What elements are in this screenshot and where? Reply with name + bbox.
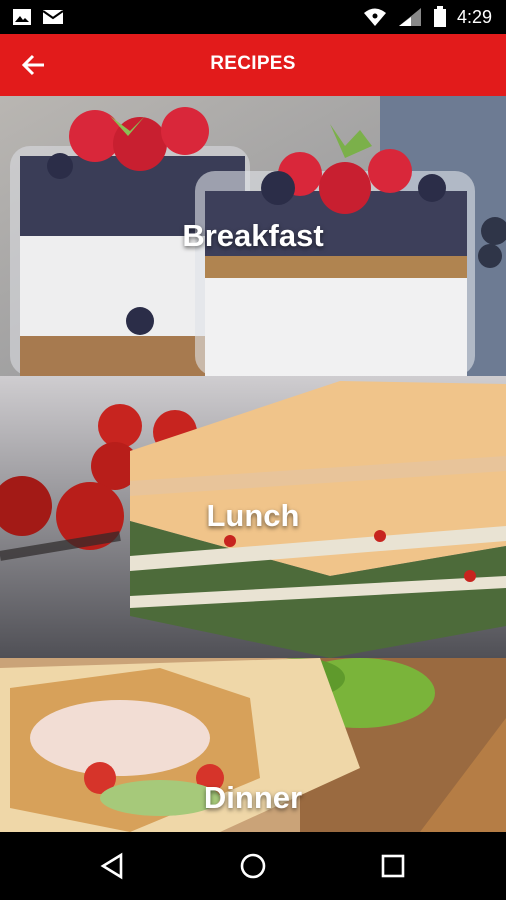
page-title: RECIPES: [210, 53, 296, 74]
app-bar: RECIPES: [0, 34, 506, 96]
category-label-lunch: Lunch: [206, 498, 300, 533]
category-label-breakfast: Breakfast: [182, 218, 324, 253]
battery-icon: [433, 6, 446, 27]
category-card-lunch[interactable]: Lunch: [0, 376, 506, 658]
image-icon: [13, 9, 31, 25]
mail-icon: [42, 10, 64, 24]
recents-square-icon[interactable]: [377, 850, 409, 882]
category-card-breakfast[interactable]: Breakfast: [0, 96, 506, 376]
status-bar: 4:29: [0, 0, 506, 34]
category-label-dinner: Dinner: [203, 780, 303, 815]
clock: 4:29: [456, 6, 492, 27]
category-card-dinner[interactable]: Dinner: [0, 658, 506, 832]
home-circle-icon[interactable]: [237, 850, 269, 882]
wifi-icon: [363, 8, 386, 26]
system-nav-bar: [0, 832, 506, 900]
back-triangle-icon[interactable]: [97, 850, 129, 882]
category-list: Breakfast Lunch Dinner: [0, 96, 506, 832]
signal-icon: [398, 8, 421, 26]
